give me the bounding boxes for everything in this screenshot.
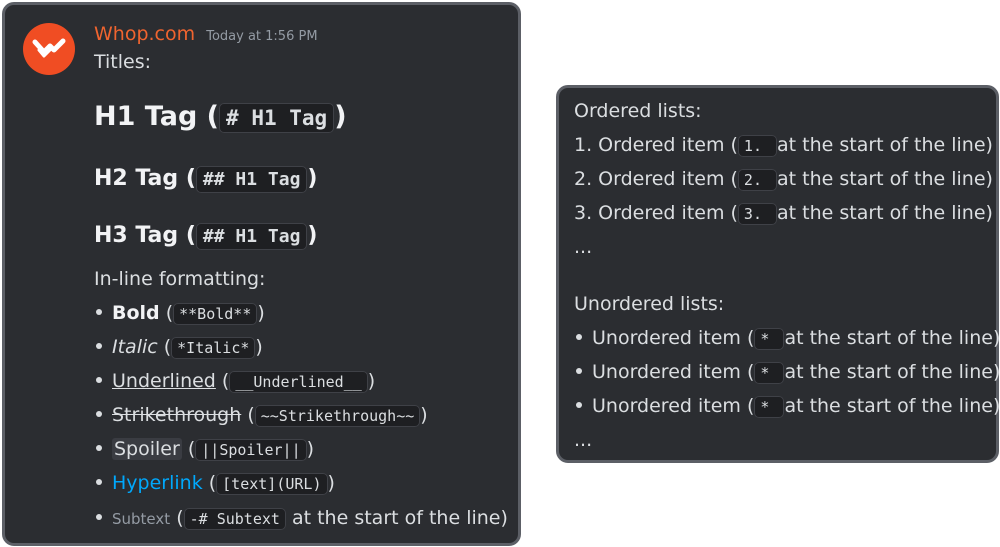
hyperlink-link[interactable]: Hyperlink <box>112 472 203 494</box>
h3-text: H3 Tag <box>94 223 179 248</box>
list-item-underline: Underlined (__Underlined__) <box>94 370 375 393</box>
ordered-prefix: 3. Ordered item ( <box>574 202 738 224</box>
inline-label: In-line formatting: <box>94 268 266 290</box>
ordered-item: 3. Ordered item (3. at the start of the … <box>574 202 993 225</box>
ordered-label: Ordered lists: <box>574 100 702 122</box>
bullet-icon <box>96 410 102 417</box>
unordered-suffix: at the start of the line) <box>784 395 1000 417</box>
h2-example: H2 Tag (## H1 Tag) <box>94 166 318 193</box>
author-name[interactable]: Whop.com <box>94 23 195 45</box>
message-timestamp[interactable]: Today at 1:56 PM <box>206 29 317 44</box>
ordered-suffix: at the start of the line) <box>777 202 993 224</box>
h1-code: # H1 Tag <box>219 103 335 133</box>
underline-text: Underlined <box>112 370 216 392</box>
list-item-strike: Strikethrough (~~Strikethrough~~) <box>94 404 428 427</box>
unordered-code: * <box>754 396 785 418</box>
strike-text: Strikethrough <box>112 404 242 426</box>
h3-example: H3 Tag (## H1 Tag) <box>94 223 318 250</box>
bullet-icon <box>96 478 102 485</box>
bullet-icon <box>576 401 582 408</box>
unordered-prefix: Unordered item ( <box>592 361 755 383</box>
titles-label: Titles: <box>94 51 152 73</box>
subtext-suffix: at the start of the line) <box>291 507 508 529</box>
unordered-suffix: at the start of the line) <box>784 327 1000 349</box>
ordered-item: 2. Ordered item (2. at the start of the … <box>574 168 993 191</box>
unordered-item: Unordered item (* at the start of the li… <box>574 327 1000 350</box>
ordered-code: 3. <box>737 203 778 225</box>
message-card: Whop.com Today at 1:56 PM Titles: H1 Tag… <box>2 2 521 546</box>
hyperlink-code: [text](URL) <box>216 473 328 495</box>
unordered-suffix: at the start of the line) <box>784 361 1000 383</box>
ordered-item: 1. Ordered item (1. at the start of the … <box>574 134 993 157</box>
bullet-icon <box>96 308 102 315</box>
list-item-hyperlink: Hyperlink ([text](URL)) <box>94 472 335 495</box>
bullet-icon <box>96 342 102 349</box>
italic-code: *Italic* <box>171 337 256 359</box>
strike-code: ~~Strikethrough~~ <box>254 405 421 427</box>
ordered-code: 2. <box>737 169 778 191</box>
h1-example: H1 Tag (# H1 Tag) <box>94 101 347 133</box>
h2-code: ## H1 Tag <box>195 166 308 193</box>
unordered-prefix: Unordered item ( <box>592 327 755 349</box>
ordered-code: 1. <box>737 135 778 157</box>
unordered-code: * <box>754 362 785 384</box>
spoiler-text[interactable]: Spoiler <box>112 438 182 460</box>
message-header: Whop.com Today at 1:56 PM <box>94 23 318 45</box>
italic-text: Italic <box>112 336 158 358</box>
ordered-suffix: at the start of the line) <box>777 134 993 156</box>
list-item-subtext: Subtext (-# Subtext at the start of the … <box>94 507 508 530</box>
unordered-label: Unordered lists: <box>574 293 725 315</box>
subtext-code: -# Subtext <box>183 508 286 530</box>
unordered-item: Unordered item (* at the start of the li… <box>574 361 1000 384</box>
bold-code: **Bold** <box>173 303 258 325</box>
unordered-item: Unordered item (* at the start of the li… <box>574 395 1000 418</box>
ordered-prefix: 2. Ordered item ( <box>574 168 738 190</box>
bullet-icon <box>576 333 582 340</box>
bullet-icon <box>96 444 102 451</box>
unordered-code: * <box>754 328 785 350</box>
list-item-italic: Italic (*Italic*) <box>94 336 263 359</box>
h2-text: H2 Tag <box>94 166 179 191</box>
unordered-ellipsis: ... <box>574 429 593 451</box>
subtext-text: Subtext <box>112 510 171 528</box>
bullet-icon <box>576 367 582 374</box>
bullet-icon <box>96 513 102 520</box>
unordered-prefix: Unordered item ( <box>592 395 755 417</box>
h1-text: H1 Tag <box>94 101 198 132</box>
underline-code: __Underlined__ <box>229 371 368 393</box>
list-item-bold: Bold (**Bold**) <box>94 302 265 325</box>
whop-logo-icon[interactable] <box>23 23 75 75</box>
ordered-prefix: 1. Ordered item ( <box>574 134 738 156</box>
ordered-ellipsis: ... <box>574 236 593 258</box>
bold-text: Bold <box>112 302 160 324</box>
bullet-icon <box>96 376 102 383</box>
ordered-suffix: at the start of the line) <box>777 168 993 190</box>
lists-card: Ordered lists: 1. Ordered item (1. at th… <box>556 85 1000 463</box>
list-item-spoiler: Spoiler (||Spoiler||) <box>94 438 314 461</box>
h3-code: ## H1 Tag <box>195 223 308 250</box>
spoiler-code: ||Spoiler|| <box>195 439 307 461</box>
